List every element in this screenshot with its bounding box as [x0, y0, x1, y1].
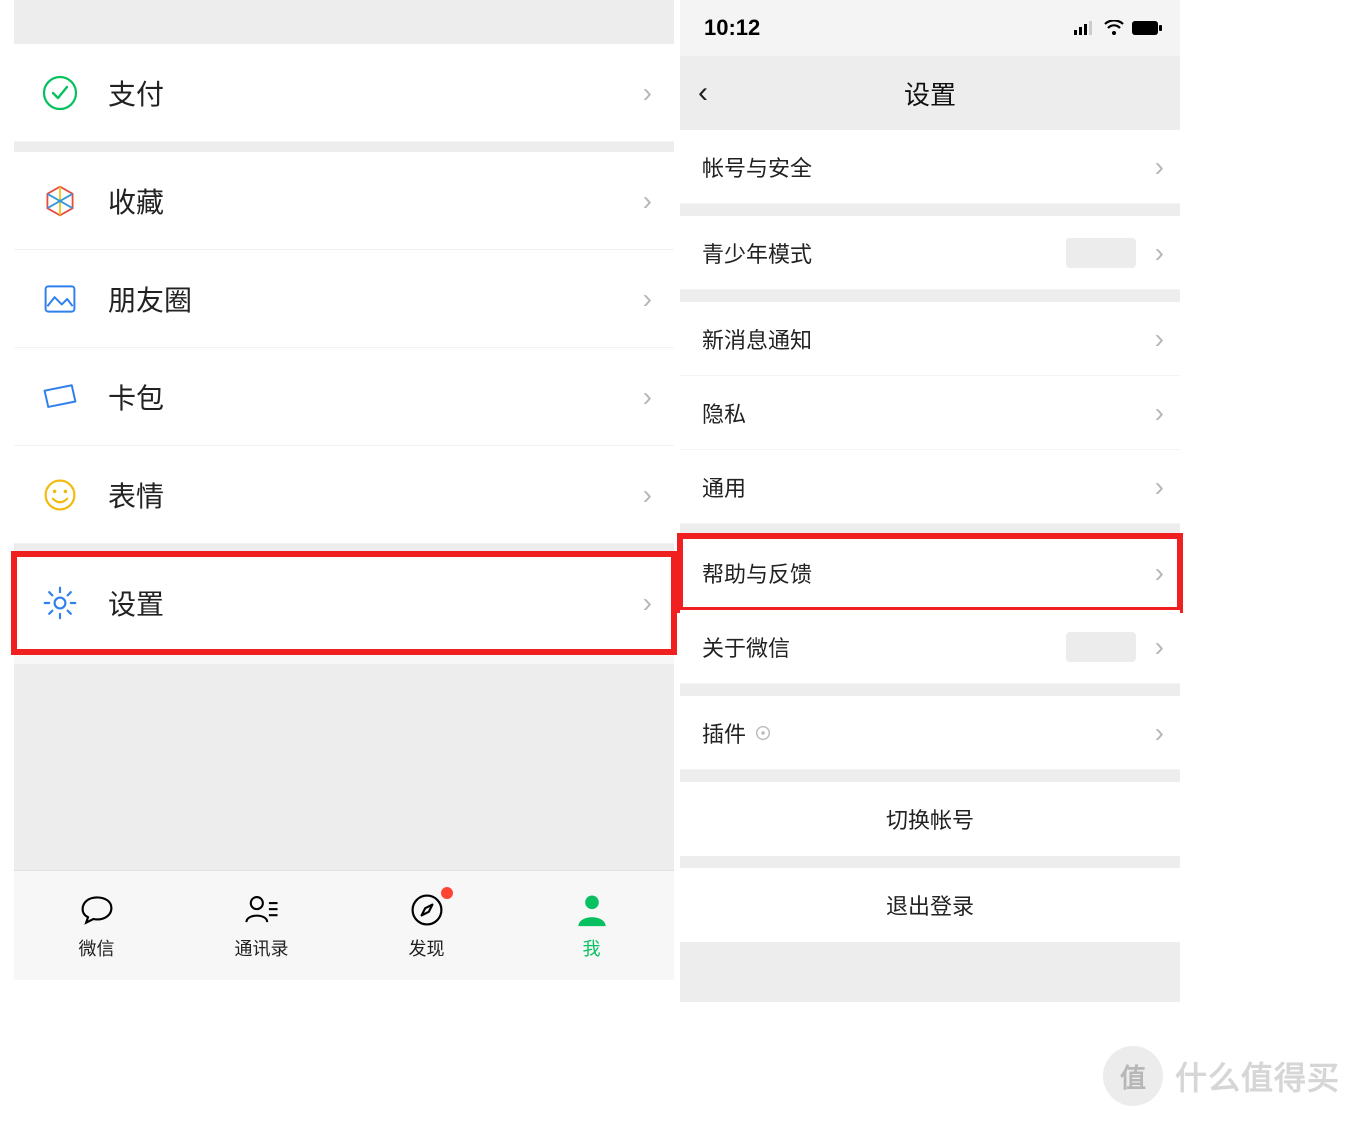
chevron-right-icon: ›: [643, 185, 652, 217]
settings-icon: [40, 583, 80, 623]
menu-label: 朋友圈: [108, 279, 192, 319]
menu-label: 支付: [108, 73, 164, 113]
favorites-icon: [40, 181, 80, 221]
settings-item-new-message[interactable]: 新消息通知 ›: [680, 302, 1180, 376]
settings-item-youth-mode[interactable]: 青少年模式 ›: [680, 216, 1180, 290]
plugin-icon: [754, 724, 772, 742]
wifi-icon: [1104, 20, 1124, 36]
settings-item-about[interactable]: 关于微信 ›: [680, 610, 1180, 684]
chevron-right-icon: ›: [1155, 631, 1164, 663]
settings-item-help-feedback[interactable]: 帮助与反馈 ›: [680, 536, 1180, 610]
tab-chat[interactable]: 微信: [14, 871, 179, 980]
cards-icon: [40, 377, 80, 417]
menu-item-moments[interactable]: 朋友圈 ›: [14, 250, 674, 348]
tab-contacts[interactable]: 通讯录: [179, 871, 344, 980]
settings-screen: 10:12 ‹ 设置 帐号与安全 › 青少年模式 › 新消息通知 ›: [680, 0, 1180, 980]
watermark-badge: 值: [1103, 1046, 1163, 1106]
tab-me[interactable]: 我: [509, 871, 674, 980]
chat-icon: [78, 891, 116, 929]
chevron-right-icon: ›: [643, 587, 652, 619]
nav-title: 设置: [904, 75, 956, 112]
settings-item-plugins[interactable]: 插件 ›: [680, 696, 1180, 770]
menu-item-stickers[interactable]: 表情 ›: [14, 446, 674, 544]
chevron-right-icon: ›: [643, 479, 652, 511]
nav-bar: ‹ 设置: [680, 56, 1180, 130]
blurred-value: [1066, 632, 1136, 662]
tab-discover[interactable]: 发现: [344, 871, 509, 980]
menu-label: 表情: [108, 475, 164, 515]
status-bar: 10:12: [680, 0, 1180, 56]
stickers-icon: [40, 475, 80, 515]
settings-item-general[interactable]: 通用 ›: [680, 450, 1180, 524]
pay-icon: [40, 73, 80, 113]
me-icon: [573, 891, 611, 929]
chevron-right-icon: ›: [1155, 237, 1164, 269]
watermark: 值 什么值得买: [1103, 1046, 1340, 1106]
menu-item-favorites[interactable]: 收藏 ›: [14, 152, 674, 250]
chevron-right-icon: ›: [643, 381, 652, 413]
chevron-right-icon: ›: [643, 77, 652, 109]
status-indicators: [1074, 20, 1162, 36]
chevron-right-icon: ›: [1155, 471, 1164, 503]
back-button[interactable]: ‹: [698, 76, 708, 110]
tab-bar: 微信 通讯录 发现 我: [14, 870, 674, 980]
settings-item-account-security[interactable]: 帐号与安全 ›: [680, 130, 1180, 204]
chevron-right-icon: ›: [1155, 717, 1164, 749]
battery-icon: [1132, 21, 1162, 35]
chevron-right-icon: ›: [1155, 397, 1164, 429]
status-time: 10:12: [704, 15, 760, 41]
switch-account-button[interactable]: 切换帐号: [680, 782, 1180, 856]
blurred-value: [1066, 238, 1136, 268]
chevron-right-icon: ›: [643, 283, 652, 315]
menu-label: 收藏: [108, 181, 164, 221]
chevron-right-icon: ›: [1155, 323, 1164, 355]
menu-label: 设置: [108, 583, 164, 623]
menu-item-settings[interactable]: 设置 ›: [14, 554, 674, 652]
signal-icon: [1074, 21, 1096, 35]
notification-dot: [439, 885, 455, 901]
chevron-right-icon: ›: [1155, 557, 1164, 589]
contacts-icon: [243, 891, 281, 929]
moments-icon: [40, 279, 80, 319]
me-tab-screen: 支付 › 收藏 › 朋友圈 › 卡包 ›: [14, 0, 674, 980]
watermark-text: 什么值得买: [1175, 1053, 1340, 1099]
logout-button[interactable]: 退出登录: [680, 868, 1180, 942]
menu-item-cards[interactable]: 卡包 ›: [14, 348, 674, 446]
menu-label: 卡包: [108, 377, 164, 417]
chevron-right-icon: ›: [1155, 151, 1164, 183]
settings-item-privacy[interactable]: 隐私 ›: [680, 376, 1180, 450]
menu-item-pay[interactable]: 支付 ›: [14, 44, 674, 142]
